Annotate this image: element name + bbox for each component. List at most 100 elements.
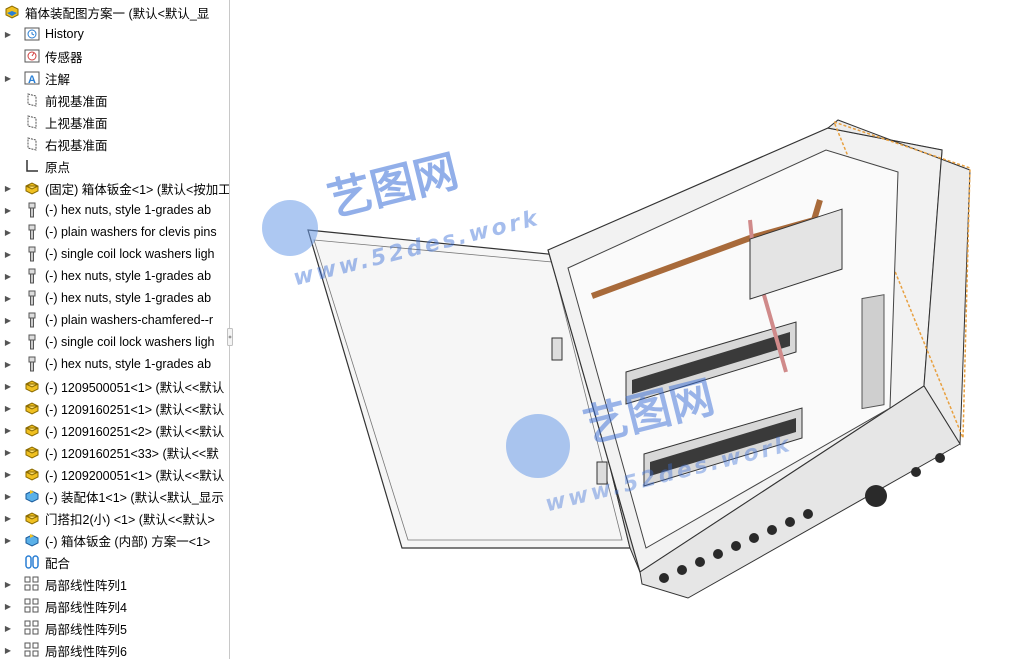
tree-item[interactable]: ▶ (-) 1209200051<1> (默认<<默认 xyxy=(0,463,229,485)
pattern-icon xyxy=(23,575,41,593)
feature-manager-tree: 箱体装配图方案一 (默认<默认_显 ▶ History 传感器 ▶ A 注解前视基准面上视基… xyxy=(0,0,230,659)
tree-item[interactable]: ▶ (-) 箱体钣金 (内部) 方案一<1> xyxy=(0,529,229,551)
tree-item-label: 局部线性阵列4 xyxy=(45,600,127,615)
mate-icon xyxy=(23,553,41,571)
pattern-icon xyxy=(23,619,41,637)
tree-item-label: History xyxy=(45,27,84,41)
plane-icon xyxy=(23,113,41,131)
tree-item[interactable]: ▶ 局部线性阵列1 xyxy=(0,573,229,595)
part-icon xyxy=(23,509,41,527)
expand-arrow-icon[interactable]: ▶ xyxy=(3,507,13,529)
expand-arrow-icon[interactable]: ▶ xyxy=(3,199,13,221)
tree-item-label: (-) hex nuts, style 1-grades ab xyxy=(45,269,212,283)
tree-item-label: (-) hex nuts, style 1-grades ab xyxy=(45,203,212,217)
expand-arrow-icon[interactable]: ▶ xyxy=(3,23,13,45)
tree-item[interactable]: ▶ (固定) 箱体钣金<1> (默认<按加工 xyxy=(0,177,229,199)
tree-item[interactable]: ▶ 局部线性阵列5 xyxy=(0,617,229,639)
tree-item-label: (-) hex nuts, style 1-grades ab xyxy=(45,291,212,305)
expand-arrow-icon[interactable]: ▶ xyxy=(3,67,13,89)
tree-root-item[interactable]: 箱体装配图方案一 (默认<默认_显 xyxy=(0,1,229,23)
sensor-icon xyxy=(23,47,41,65)
origin-icon xyxy=(23,157,41,175)
toolbox-part-icon xyxy=(23,245,41,263)
expand-arrow-icon[interactable]: ▶ xyxy=(3,573,13,595)
svg-text:A: A xyxy=(28,74,36,86)
tree-item-label: 传感器 xyxy=(45,50,83,65)
toolbox-part-icon xyxy=(23,311,41,329)
expand-arrow-icon[interactable]: ▶ xyxy=(3,221,13,243)
tree-item[interactable]: ▶ (-) 1209160251<1> (默认<<默认 xyxy=(0,397,229,419)
expand-arrow-icon[interactable]: ▶ xyxy=(3,397,13,419)
tree-item-label: 门搭扣2(小) <1> (默认<<默认> xyxy=(45,512,215,527)
tree-item-label: (-) hex nuts, style 1-grades ab xyxy=(45,357,212,371)
part-icon xyxy=(23,377,41,395)
tree-item-label: (-) single coil lock washers ligh xyxy=(45,335,215,349)
expand-arrow-icon[interactable]: ▶ xyxy=(3,265,13,287)
expand-arrow-icon[interactable]: ▶ xyxy=(3,331,13,353)
assembly-icon xyxy=(3,3,21,21)
toolbox-part-icon xyxy=(23,355,41,373)
tree-item[interactable]: ▶ History xyxy=(0,23,229,45)
tree-item-label: 配合 xyxy=(45,556,71,571)
expand-arrow-icon[interactable]: ▶ xyxy=(3,419,13,441)
tree-item-label: 局部线性阵列6 xyxy=(45,644,127,659)
expand-arrow-icon[interactable]: ▶ xyxy=(3,595,13,617)
tree-item-label: (-) 1209200051<1> (默认<<默认 xyxy=(45,468,225,483)
tree-item[interactable]: ▶ (-) single coil lock washers ligh xyxy=(0,331,229,353)
tree-item-label: 注解 xyxy=(45,72,71,87)
toolbox-part-icon xyxy=(23,267,41,285)
tree-item[interactable]: ▶ 局部线性阵列4 xyxy=(0,595,229,617)
part-icon xyxy=(23,465,41,483)
expand-arrow-icon[interactable]: ▶ xyxy=(3,485,13,507)
tree-item-label: (-) plain washers for clevis pins xyxy=(45,225,217,239)
tree-item[interactable]: 原点 xyxy=(0,155,229,177)
tree-item[interactable]: 右视基准面 xyxy=(0,133,229,155)
tree-item[interactable]: ▶ (-) hex nuts, style 1-grades ab xyxy=(0,353,229,375)
part-icon xyxy=(23,399,41,417)
tree-item[interactable]: ▶ (-) plain washers-chamfered--r xyxy=(0,309,229,331)
graphics-viewport[interactable]: 艺图网 www.52des.work 艺图网 www.52des.work xyxy=(230,0,1018,659)
expand-arrow-icon[interactable]: ▶ xyxy=(3,639,13,659)
expand-arrow-icon[interactable]: ▶ xyxy=(3,441,13,463)
tree-item[interactable]: ▶ (-) 1209500051<1> (默认<<默认 xyxy=(0,375,229,397)
expand-arrow-icon[interactable]: ▶ xyxy=(3,177,13,199)
tree-item[interactable]: 传感器 xyxy=(0,45,229,67)
tree-item-label: 箱体装配图方案一 (默认<默认_显 xyxy=(25,6,210,21)
history-icon xyxy=(23,25,41,43)
tree-item-label: 前视基准面 xyxy=(45,94,108,109)
tree-item-label: (-) 1209160251<33> (默认<<默 xyxy=(45,446,219,461)
tree-item-label: 局部线性阵列5 xyxy=(45,622,127,637)
tree-item[interactable]: ▶ 门搭扣2(小) <1> (默认<<默认> xyxy=(0,507,229,529)
tree-item-label: (-) 1209500051<1> (默认<<默认 xyxy=(45,380,225,395)
tree-item[interactable]: ▶ (-) 1209160251<2> (默认<<默认 xyxy=(0,419,229,441)
tree-item[interactable]: ▶ (-) single coil lock washers ligh xyxy=(0,243,229,265)
expand-arrow-icon[interactable]: ▶ xyxy=(3,309,13,331)
tree-item[interactable]: ▶ (-) 装配体1<1> (默认<默认_显示 xyxy=(0,485,229,507)
tree-item[interactable]: ▶ (-) plain washers for clevis pins xyxy=(0,221,229,243)
expand-arrow-icon[interactable]: ▶ xyxy=(3,243,13,265)
plane-icon xyxy=(23,135,41,153)
tree-item[interactable]: ▶ (-) hex nuts, style 1-grades ab xyxy=(0,199,229,221)
tree-item[interactable]: 前视基准面 xyxy=(0,89,229,111)
expand-arrow-icon[interactable]: ▶ xyxy=(3,353,13,375)
tree-item[interactable]: ▶ 局部线性阵列6 xyxy=(0,639,229,659)
tree-item-label: (-) plain washers-chamfered--r xyxy=(45,313,214,327)
expand-arrow-icon[interactable]: ▶ xyxy=(3,617,13,639)
tree-item[interactable]: ▶ (-) 1209160251<33> (默认<<默 xyxy=(0,441,229,463)
tree-item[interactable]: ▶ (-) hex nuts, style 1-grades ab xyxy=(0,265,229,287)
tree-item[interactable]: 配合 xyxy=(0,551,229,573)
subassembly-icon xyxy=(23,487,41,505)
tree-item-label: 局部线性阵列1 xyxy=(45,578,127,593)
expand-arrow-icon[interactable]: ▶ xyxy=(3,375,13,397)
tree-item-label: (-) 箱体钣金 (内部) 方案一<1> xyxy=(45,534,211,549)
tree-item-label: (-) 装配体1<1> (默认<默认_显示 xyxy=(45,490,224,505)
expand-arrow-icon[interactable]: ▶ xyxy=(3,463,13,485)
part-icon xyxy=(23,179,41,197)
tree-item[interactable]: ▶ A 注解 xyxy=(0,67,229,89)
tree-item[interactable]: 上视基准面 xyxy=(0,111,229,133)
expand-arrow-icon[interactable]: ▶ xyxy=(3,529,13,551)
tree-item[interactable]: ▶ (-) hex nuts, style 1-grades ab xyxy=(0,287,229,309)
expand-arrow-icon[interactable]: ▶ xyxy=(3,287,13,309)
